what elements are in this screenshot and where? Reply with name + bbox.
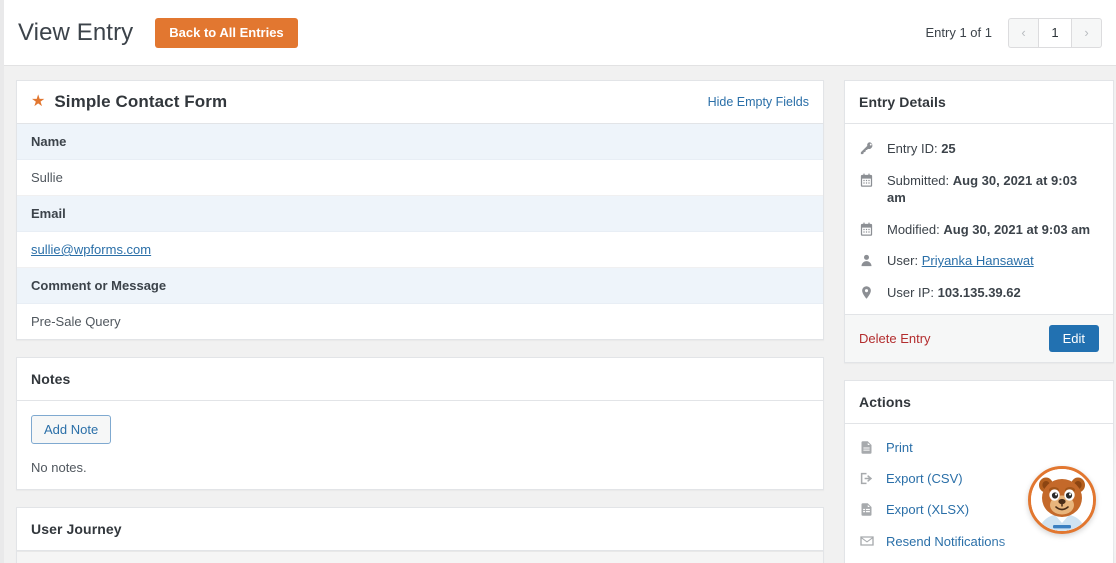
entry-id-text: Entry ID: 25 bbox=[887, 140, 956, 158]
field-value: Pre-Sale Query bbox=[17, 304, 823, 339]
user-journey-card: User Journey August 30, 2021 bbox=[16, 507, 824, 563]
modified-label: Modified: bbox=[887, 221, 940, 237]
actions-card-header: Actions bbox=[845, 381, 1113, 425]
content-area: ★ Simple Contact Form Hide Empty Fields … bbox=[4, 66, 1116, 563]
entry-page-input[interactable] bbox=[1038, 17, 1072, 48]
header-right-group: Entry 1 of 1 ‹ › bbox=[925, 17, 1102, 48]
action-label: Export (CSV) bbox=[886, 471, 963, 487]
entry-fields-card: ★ Simple Contact Form Hide Empty Fields … bbox=[16, 80, 824, 340]
user-journey-title: User Journey bbox=[31, 521, 122, 537]
modified-row: Modified: Aug 30, 2021 at 9:03 am bbox=[845, 214, 1113, 246]
field-value: sullie@wpforms.com bbox=[17, 232, 823, 268]
entry-fields-card-header: ★ Simple Contact Form Hide Empty Fields bbox=[17, 81, 823, 124]
submitted-label: Submitted: bbox=[887, 172, 950, 188]
export-arrow-icon bbox=[859, 471, 879, 486]
user-journey-card-header: User Journey bbox=[17, 508, 823, 551]
main-column: ★ Simple Contact Form Hide Empty Fields … bbox=[16, 80, 824, 563]
key-icon bbox=[859, 141, 879, 156]
user-ip-label: User IP: bbox=[887, 284, 934, 300]
notes-card-header: Notes bbox=[17, 358, 823, 401]
submitted-text: Submitted: Aug 30, 2021 at 9:03 am bbox=[887, 172, 1099, 207]
entry-details-card-header: Entry Details bbox=[845, 81, 1113, 124]
location-pin-icon bbox=[859, 285, 879, 300]
view-entry-page: View Entry Back to All Entries Entry 1 o… bbox=[0, 0, 1116, 563]
action-mark-unread[interactable]: Mark Unread bbox=[845, 557, 1113, 563]
document-icon bbox=[859, 440, 879, 455]
submitted-row: Submitted: Aug 30, 2021 at 9:03 am bbox=[845, 165, 1113, 214]
page-header: View Entry Back to All Entries Entry 1 o… bbox=[4, 0, 1116, 66]
user-journey-date: August 30, 2021 bbox=[17, 551, 823, 563]
add-note-button[interactable]: Add Note bbox=[31, 415, 112, 444]
entry-count-label: Entry 1 of 1 bbox=[925, 25, 992, 40]
entry-pagination: ‹ › bbox=[1008, 17, 1102, 48]
entry-id-label: Entry ID: bbox=[887, 141, 938, 156]
envelope-icon bbox=[859, 533, 879, 549]
form-title: Simple Contact Form bbox=[54, 92, 228, 111]
modified-value: Aug 30, 2021 at 9:03 am bbox=[943, 221, 1091, 237]
action-label: Resend Notifications bbox=[886, 533, 1006, 549]
user-ip-row: User IP: 103.135.39.62 bbox=[845, 277, 1113, 309]
modified-text: Modified: Aug 30, 2021 at 9:03 am bbox=[887, 221, 1090, 239]
delete-entry-link[interactable]: Delete Entry bbox=[859, 331, 931, 346]
entry-id-row: Entry ID: 25 bbox=[845, 133, 1113, 165]
email-value-link[interactable]: sullie@wpforms.com bbox=[31, 242, 151, 257]
star-icon: ★ bbox=[31, 93, 46, 110]
user-ip-value: 103.135.39.62 bbox=[937, 284, 1021, 300]
spreadsheet-icon bbox=[859, 502, 879, 517]
edit-entry-button[interactable]: Edit bbox=[1048, 325, 1099, 353]
calendar-icon bbox=[859, 222, 879, 237]
user-icon bbox=[859, 253, 879, 268]
field-label: Comment or Message bbox=[17, 268, 823, 304]
previous-entry-button[interactable]: ‹ bbox=[1008, 17, 1038, 48]
notes-card-body: Add Note No notes. bbox=[17, 401, 823, 489]
notes-card: Notes Add Note No notes. bbox=[16, 357, 824, 490]
entry-id-value: 25 bbox=[941, 141, 956, 156]
entry-details-card: Entry Details Entry ID: 25 Submitted: Au… bbox=[844, 80, 1114, 364]
field-label: Email bbox=[17, 196, 823, 232]
user-text: User: Priyanka Hansawat bbox=[887, 252, 1034, 270]
user-label: User: bbox=[887, 253, 919, 269]
notes-title: Notes bbox=[31, 371, 71, 387]
page-title: View Entry bbox=[18, 18, 134, 46]
action-label: Print bbox=[886, 440, 913, 456]
action-print[interactable]: Print bbox=[845, 432, 1113, 463]
entry-details-title: Entry Details bbox=[859, 94, 946, 110]
actions-title: Actions bbox=[859, 394, 912, 411]
entry-details-list: Entry ID: 25 Submitted: Aug 30, 2021 at … bbox=[845, 124, 1113, 314]
user-row: User: Priyanka Hansawat bbox=[845, 245, 1113, 277]
sullie-mascot-chat-button[interactable] bbox=[1028, 466, 1096, 534]
next-entry-button[interactable]: › bbox=[1072, 17, 1102, 48]
entry-details-footer: Delete Entry Edit bbox=[845, 314, 1113, 363]
user-ip-text: User IP: 103.135.39.62 bbox=[887, 284, 1021, 302]
back-to-all-entries-button[interactable]: Back to All Entries bbox=[155, 17, 298, 48]
user-link[interactable]: Priyanka Hansawat bbox=[922, 253, 1034, 268]
admin-menu-edge bbox=[0, 0, 4, 563]
action-label: Export (XLSX) bbox=[886, 502, 970, 518]
notes-empty-text: No notes. bbox=[31, 460, 87, 475]
field-value: Sullie bbox=[17, 160, 823, 196]
field-label: Name bbox=[17, 124, 823, 160]
calendar-icon bbox=[859, 173, 879, 188]
hide-empty-fields-link[interactable]: Hide Empty Fields bbox=[708, 95, 809, 109]
